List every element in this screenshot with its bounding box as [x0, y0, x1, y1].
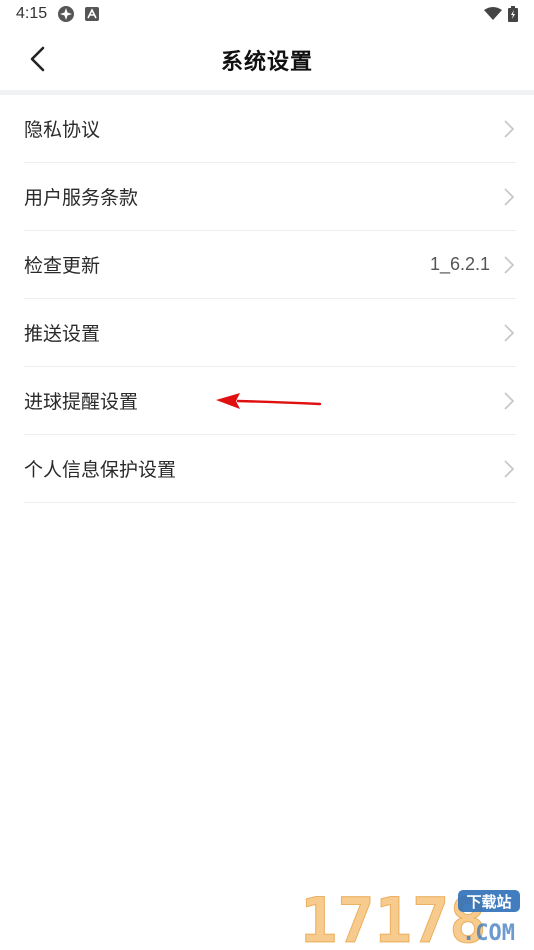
settings-item-label: 进球提醒设置 — [24, 391, 139, 413]
chevron-right-icon — [504, 323, 515, 342]
settings-item-privacy-policy[interactable]: 隐私协议 — [24, 95, 516, 163]
settings-item-label: 用户服务条款 — [24, 187, 139, 209]
settings-item-label: 隐私协议 — [24, 119, 101, 141]
settings-item-label: 个人信息保护设置 — [24, 459, 177, 481]
annotation-arrow-icon — [216, 393, 322, 409]
svg-text:下载站: 下载站 — [466, 893, 511, 911]
status-left: 4:15 — [16, 5, 100, 23]
chevron-right-icon — [504, 255, 515, 274]
settings-item-label: 推送设置 — [24, 323, 101, 345]
status-right — [484, 6, 518, 22]
settings-item-push-settings[interactable]: 推送设置 — [24, 299, 516, 367]
page-title: 系统设置 — [220, 50, 313, 75]
settings-item-right — [502, 323, 516, 343]
settings-item-right: 1_6.2.1 — [430, 254, 516, 275]
app-notification-icon — [58, 6, 75, 22]
version-value: 1_6.2.1 — [429, 254, 490, 274]
settings-item-right — [502, 459, 516, 479]
status-bar: 4:15 — [0, 0, 534, 28]
a-notification-icon — [85, 7, 100, 21]
back-button[interactable] — [22, 44, 52, 74]
svg-text:.COM: .COM — [462, 921, 515, 946]
settings-item-terms-of-service[interactable]: 用户服务条款 — [24, 163, 516, 231]
chevron-left-icon — [30, 46, 45, 72]
site-watermark-logo: 17178 下载站 .COM — [300, 886, 520, 946]
settings-item-label: 检查更新 — [24, 255, 101, 277]
app-header: 系统设置 — [0, 30, 534, 90]
chevron-right-icon — [504, 459, 515, 478]
settings-item-personal-info-protection[interactable]: 个人信息保护设置 — [24, 435, 516, 503]
settings-item-check-update[interactable]: 检查更新 1_6.2.1 — [24, 231, 516, 299]
chevron-right-icon — [504, 187, 515, 206]
status-time: 4:15 — [16, 5, 48, 22]
chevron-right-icon — [504, 119, 515, 138]
settings-list: 隐私协议 用户服务条款 检查更新 1_6.2.1 推送设置 进球提醒设置 个人信… — [24, 95, 516, 503]
settings-item-right — [502, 119, 516, 139]
settings-item-right — [502, 187, 516, 207]
chevron-right-icon — [504, 391, 515, 410]
settings-item-right — [502, 391, 516, 411]
battery-icon — [508, 6, 518, 22]
wifi-icon — [484, 7, 502, 20]
